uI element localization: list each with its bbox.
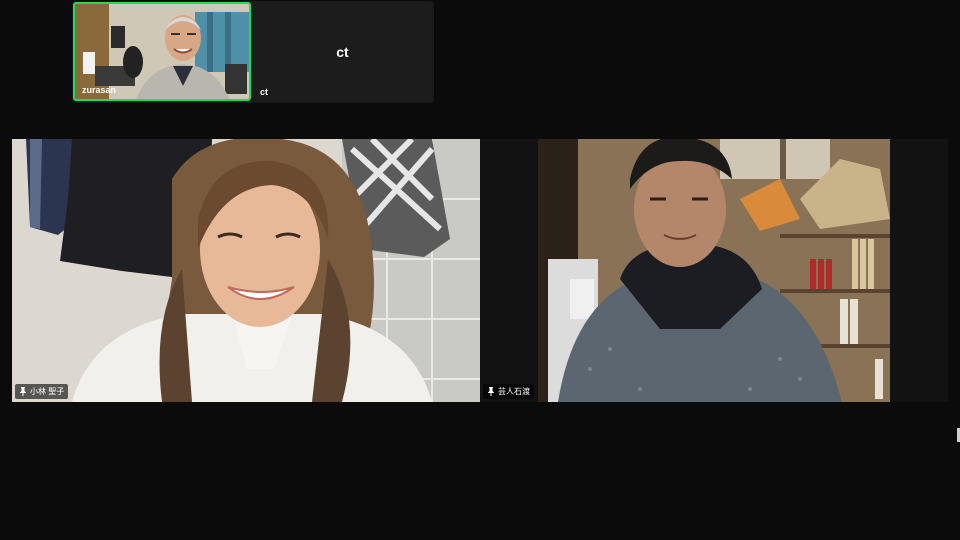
participant-name-zurasan: zurasan bbox=[82, 85, 117, 95]
participant-name-kobayashi: 小林 聖子 bbox=[30, 387, 65, 396]
participant-name-ct: ct bbox=[260, 87, 269, 97]
meeting-stage: zurasan ct ct 小林 聖子 芸人石渡 bbox=[0, 0, 960, 540]
participant-label-kobayashi: 小林 聖子 bbox=[15, 384, 69, 399]
participant-tile-kobayashi[interactable]: 小林 聖子 bbox=[12, 139, 480, 402]
participant-tile-ct[interactable]: ct ct bbox=[253, 2, 432, 101]
participant-tile-ishiwata[interactable]: 芸人石渡 bbox=[480, 139, 948, 402]
pin-icon[interactable] bbox=[19, 387, 27, 396]
participant-display-name-ct: ct bbox=[336, 44, 349, 60]
pin-icon[interactable] bbox=[487, 387, 495, 396]
participant-name-ishiwata: 芸人石渡 bbox=[498, 387, 530, 396]
participant-video-kobayashi bbox=[12, 139, 480, 402]
participant-tile-zurasan[interactable]: zurasan bbox=[73, 2, 251, 101]
participant-video-ishiwata bbox=[480, 139, 948, 402]
participant-label-ishiwata: 芸人石渡 bbox=[483, 384, 534, 399]
